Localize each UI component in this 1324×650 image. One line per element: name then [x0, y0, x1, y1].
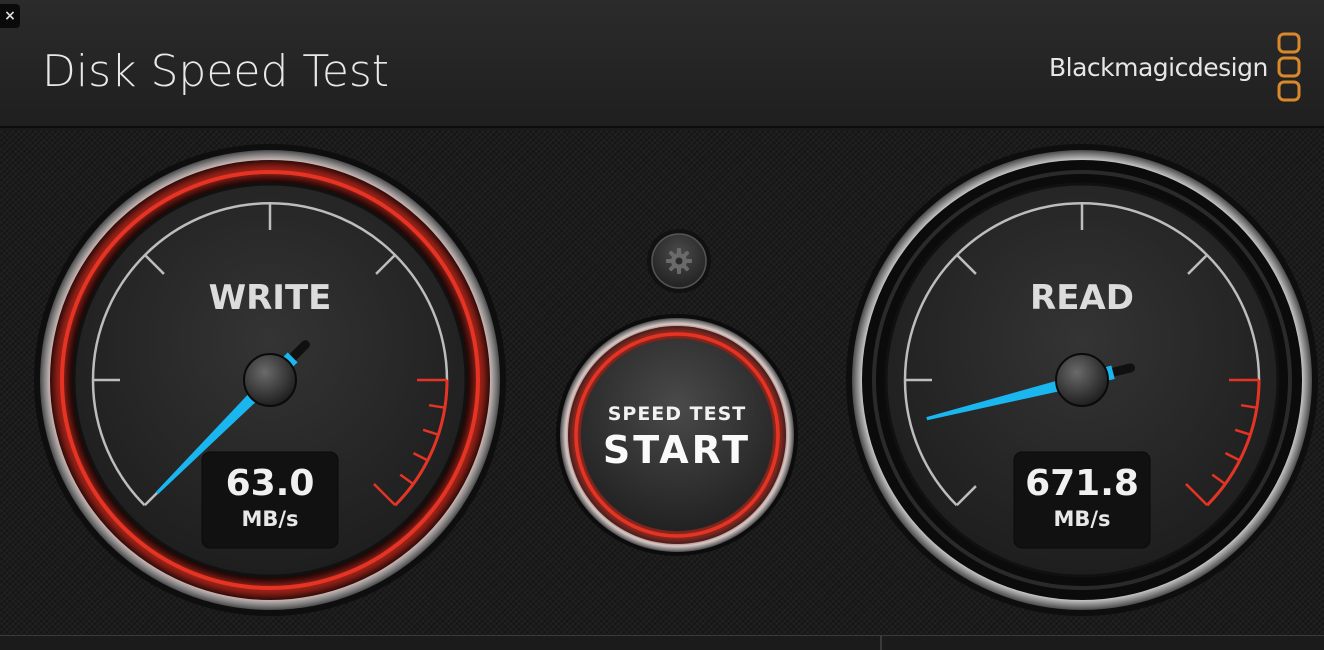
- write-readout: 63.0 MB/s: [202, 452, 338, 548]
- read-gauge-label: READ: [1030, 278, 1134, 318]
- read-readout: 671.8 MB/s: [1014, 452, 1150, 548]
- needle-cap: [1110, 363, 1136, 377]
- read-speed-value: 671.8: [1025, 463, 1139, 504]
- write-gauge-label: WRITE: [208, 278, 332, 318]
- start-button-hitarea[interactable]: [565, 323, 789, 547]
- write-needle-hub: [243, 353, 297, 407]
- read-speed-unit: MB/s: [1053, 507, 1111, 531]
- write-speed-value: 63.0: [225, 463, 315, 504]
- settings-button-hitarea[interactable]: [648, 230, 710, 292]
- write-speed-unit: MB/s: [241, 507, 299, 531]
- read-needle-hub: [1055, 353, 1109, 407]
